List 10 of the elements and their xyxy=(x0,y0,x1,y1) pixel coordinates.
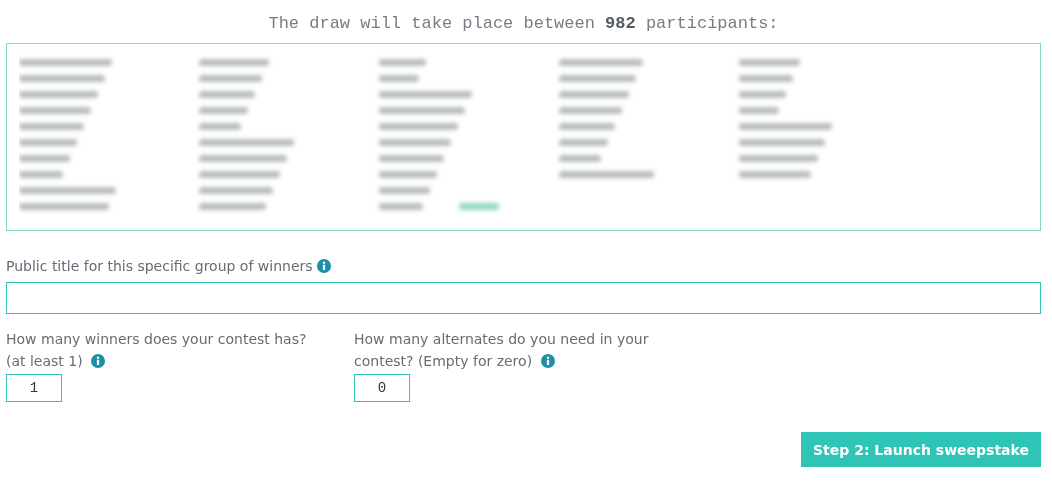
info-icon[interactable] xyxy=(91,354,106,368)
number-input-field[interactable]: 1 xyxy=(6,374,62,402)
field-label: Public title for this specific group of winners xyxy=(6,258,313,274)
field-label: How many alternates do you need in your contest? (Empty for zero) xyxy=(354,331,649,369)
info-icon[interactable] xyxy=(540,354,555,368)
participants-heading: The draw will take place between 982 participants: xyxy=(267,14,780,33)
title-input-field[interactable] xyxy=(6,282,1041,314)
info-icon[interactable] xyxy=(316,259,331,273)
number-input-field[interactable]: 0 xyxy=(354,374,410,402)
field-label: How many winners does your contest has? (at least 1) xyxy=(6,331,307,369)
